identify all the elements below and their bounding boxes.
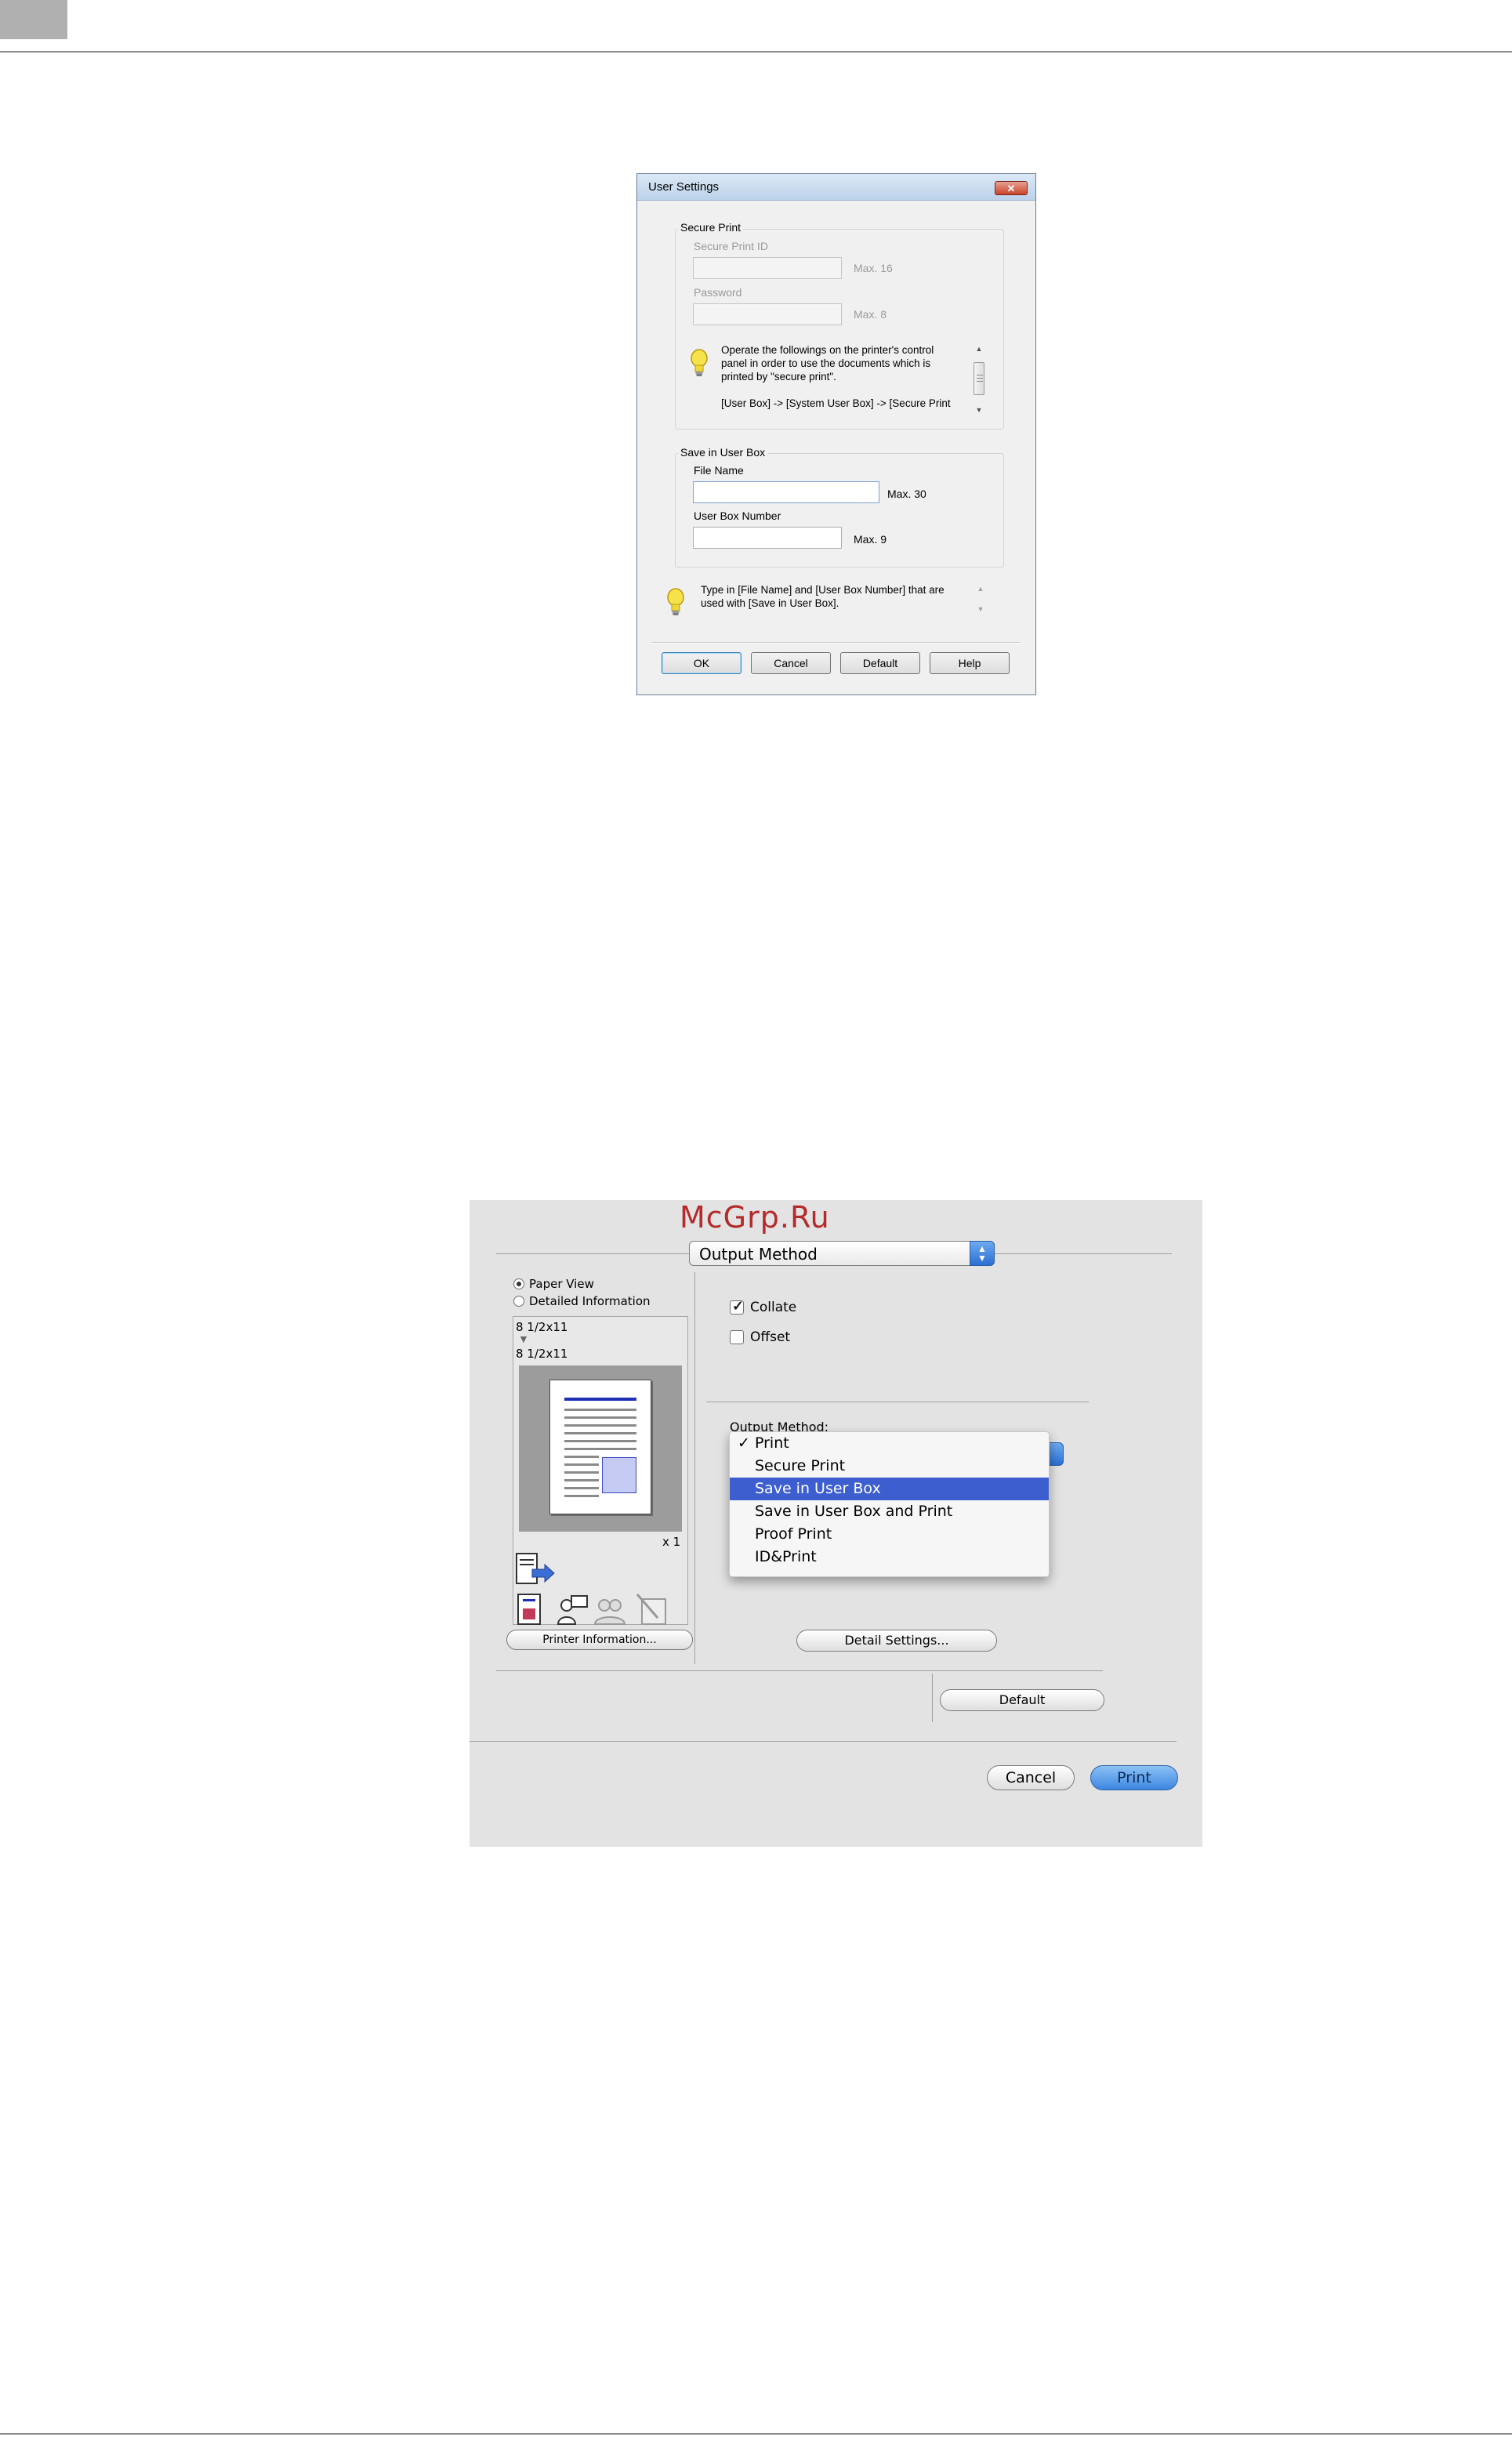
bottom-rule bbox=[496, 1670, 1103, 1671]
file-name-label: File Name bbox=[694, 464, 744, 477]
user-box-icon bbox=[557, 1595, 588, 1625]
close-button[interactable]: ✕ bbox=[995, 181, 1028, 195]
panel-select-label: Output Method bbox=[699, 1245, 818, 1264]
scroll-down-icon[interactable]: ▼ bbox=[973, 404, 985, 415]
menu-item-proof-print[interactable]: Proof Print bbox=[730, 1523, 1049, 1546]
default-divider bbox=[932, 1674, 933, 1722]
secure-print-note: Operate the followings on the printer's … bbox=[721, 343, 972, 410]
column-divider bbox=[694, 1272, 695, 1664]
checkmark-icon: ✓ bbox=[738, 1434, 750, 1452]
menu-item-id-print[interactable]: ID&Print bbox=[730, 1546, 1049, 1568]
lightbulb-icon bbox=[667, 588, 684, 615]
footer-rule bbox=[470, 1741, 1177, 1742]
output-method-menu: ✓ Print Secure Print Save in User Box Sa… bbox=[729, 1431, 1050, 1577]
note-path: [User Box] -> [System User Box] -> [Secu… bbox=[721, 397, 951, 409]
note-scrollbar[interactable]: ▲ ▼ bbox=[973, 343, 985, 415]
scroll-down-icon[interactable]: ▼ bbox=[974, 604, 987, 615]
default-button[interactable]: Default bbox=[840, 652, 920, 674]
hint-scrollbar[interactable]: ▲ ▼ bbox=[974, 583, 987, 618]
file-name-max: Max. 30 bbox=[887, 488, 926, 500]
secure-print-id-label: Secure Print ID bbox=[694, 240, 768, 252]
dialog-title-bar: User Settings ✕ bbox=[637, 174, 1035, 201]
preview-pane: 8 1/2x11 ▼ 8 1/2x11 x 1 bbox=[513, 1316, 688, 1625]
user-box-number-input[interactable] bbox=[694, 528, 841, 548]
copies-count: x 1 bbox=[662, 1535, 681, 1549]
lightbulb-icon bbox=[691, 349, 708, 376]
dialog-separator bbox=[651, 642, 1020, 644]
menu-item-save-and-print[interactable]: Save in User Box and Print bbox=[730, 1500, 1049, 1523]
panel-select[interactable]: Output Method ▲ ▼ bbox=[689, 1241, 995, 1266]
offset-checkbox[interactable] bbox=[730, 1330, 744, 1344]
panel-rule-right bbox=[995, 1253, 1172, 1254]
user-settings-dialog: User Settings ✕ Secure Print Secure Prin… bbox=[636, 173, 1036, 695]
user-box-legend: Save in User Box bbox=[678, 446, 768, 459]
collate-label: Collate bbox=[750, 1300, 797, 1315]
paper-view-label: Paper View bbox=[529, 1277, 594, 1291]
page-corner-tab bbox=[0, 0, 67, 39]
mac-print-dialog: McGrp.Ru Output Method ▲ ▼ Paper View Det… bbox=[470, 1200, 1202, 1847]
scroll-up-icon[interactable]: ▲ bbox=[974, 583, 987, 594]
paper-view-radio[interactable] bbox=[513, 1278, 524, 1289]
detailed-info-radio[interactable] bbox=[513, 1296, 524, 1307]
note-line: Operate the followings on the printer's … bbox=[721, 344, 934, 356]
cancel-button[interactable]: Cancel bbox=[987, 1765, 1075, 1790]
printer-info-button[interactable]: Printer Information... bbox=[506, 1630, 693, 1650]
cancel-button[interactable]: Cancel bbox=[751, 652, 831, 674]
file-name-input[interactable] bbox=[694, 482, 879, 502]
password-max: Max. 8 bbox=[854, 308, 887, 321]
user-box-number-max: Max. 9 bbox=[854, 533, 887, 546]
close-icon: ✕ bbox=[1006, 183, 1016, 194]
paper-size-output: 8 1/2x11 bbox=[516, 1347, 568, 1361]
user-box-hint: Type in [File Name] and [User Box Number… bbox=[701, 583, 975, 610]
help-button[interactable]: Help bbox=[930, 652, 1010, 674]
detail-settings-button[interactable]: Detail Settings... bbox=[796, 1630, 997, 1652]
panel-rule-left bbox=[496, 1253, 689, 1254]
users-icon bbox=[593, 1599, 626, 1625]
password-field[interactable] bbox=[693, 303, 842, 325]
hint-line: used with [Save in User Box]. bbox=[701, 597, 839, 609]
default-button[interactable]: Default bbox=[940, 1689, 1104, 1711]
secure-print-id-field[interactable] bbox=[693, 257, 842, 279]
menu-item-print[interactable]: ✓ Print bbox=[730, 1432, 1049, 1455]
ok-button[interactable]: OK bbox=[662, 652, 741, 674]
print-button[interactable]: Print bbox=[1090, 1765, 1178, 1790]
secure-print-legend: Secure Print bbox=[678, 221, 744, 234]
footer-rule bbox=[0, 2433, 1512, 2435]
menu-item-save-in-user-box[interactable]: Save in User Box bbox=[730, 1478, 1049, 1500]
arrow-down-icon: ▼ bbox=[518, 1333, 529, 1345]
watermark: McGrp.Ru bbox=[680, 1200, 830, 1235]
dialog-title: User Settings bbox=[648, 180, 720, 194]
hint-line: Type in [File Name] and [User Box Number… bbox=[701, 584, 945, 596]
scroll-thumb[interactable] bbox=[974, 362, 984, 395]
output-tray-icon bbox=[516, 1553, 555, 1584]
collate-checkbox[interactable] bbox=[730, 1298, 744, 1315]
document-icon bbox=[517, 1594, 541, 1625]
password-label: Password bbox=[694, 286, 742, 299]
stamp-icon bbox=[636, 1594, 666, 1625]
detailed-info-label: Detailed Information bbox=[529, 1294, 651, 1308]
user-box-number-label: User Box Number bbox=[694, 510, 781, 522]
user-box-number-field[interactable] bbox=[693, 527, 842, 549]
note-line: printed by "secure print". bbox=[721, 371, 836, 383]
menu-item-secure-print[interactable]: Secure Print bbox=[730, 1455, 1049, 1478]
scroll-up-icon[interactable]: ▲ bbox=[973, 343, 985, 354]
file-name-field[interactable] bbox=[693, 481, 879, 503]
header-rule bbox=[0, 51, 1512, 53]
paper-preview-area bbox=[519, 1365, 682, 1532]
popup-arrows-icon: ▲ ▼ bbox=[970, 1241, 995, 1266]
secure-print-id-max: Max. 16 bbox=[854, 262, 893, 274]
offset-label: Offset bbox=[750, 1329, 791, 1345]
paper-preview bbox=[549, 1380, 651, 1514]
note-line: panel in order to use the documents whic… bbox=[721, 357, 931, 369]
